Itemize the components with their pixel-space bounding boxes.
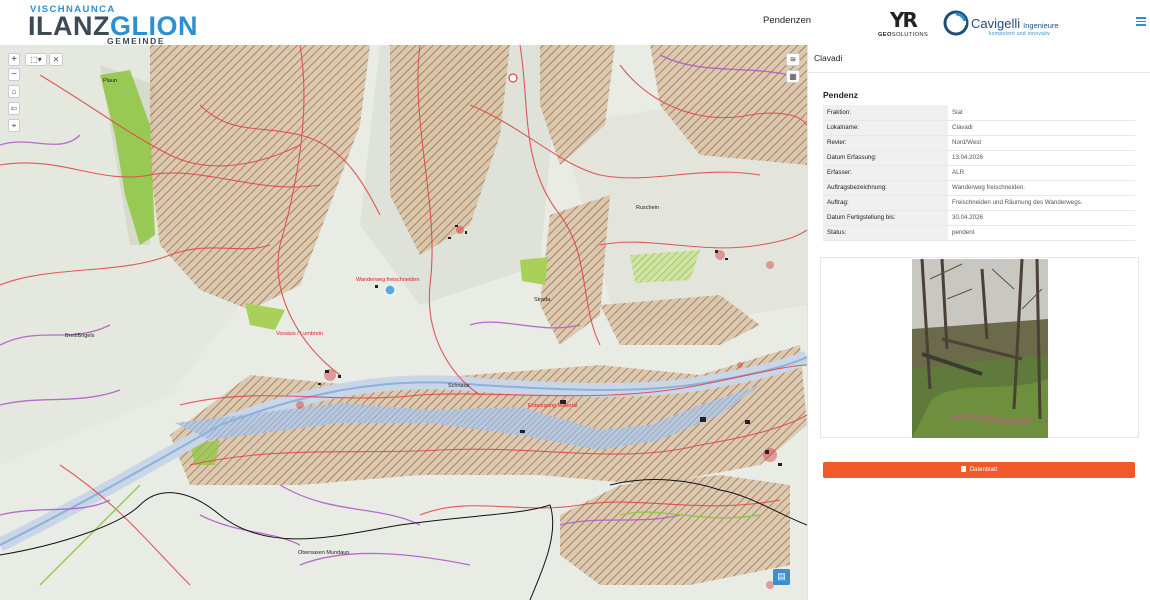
panel-title: Clavadi — [814, 53, 843, 63]
row-value: ALR — [948, 165, 1135, 181]
row-key: Lokalname: — [823, 120, 948, 136]
yr-logo-mark: YR — [890, 8, 918, 32]
details-table: Fraktion: Siat Lokalname: Clavadi Revier: Nor… — [823, 105, 1135, 241]
clear-selection-button[interactable]: ⨯ — [49, 53, 63, 66]
logo-main-dark: ILANZ — [28, 11, 110, 41]
map-label-breil: Breil/Brigels — [65, 333, 95, 339]
layers-icon: ≋ — [789, 55, 797, 64]
ilanz-glion-logo[interactable]: VISCHNAUNCA ILANZGLION GEMEINDE — [28, 4, 198, 46]
row-key: Datum Erfassung: — [823, 150, 948, 166]
row-key: Erfasser: — [823, 165, 948, 181]
row-key: Status: — [823, 225, 948, 241]
back-icon: ⇦ — [10, 104, 18, 113]
table-row: Datum Erfassung: 13.04.2026 — [823, 150, 1135, 166]
row-value: pendent — [948, 225, 1135, 241]
clear-icon: ⨯ — [52, 55, 60, 64]
section-title-pendenz: Pendenz — [823, 90, 858, 100]
basemap-icon: ▦ — [789, 72, 797, 81]
select-icon: ⬚▾ — [30, 55, 42, 64]
yr-geosolutions-logo: YR GEOSOLUTIONS — [878, 8, 934, 40]
table-row: Erfasser: ALR — [823, 165, 1135, 181]
table-row: Status: pendent — [823, 225, 1135, 241]
row-value: Clavadi — [948, 120, 1135, 136]
datenblatt-label: Datenblatt — [969, 467, 998, 473]
map-label-plaun: Plaun — [103, 78, 118, 84]
row-key: Auftragsbezeichnung: — [823, 180, 948, 196]
app-header: VISCHNAUNCA ILANZGLION GEMEINDE Pendenze… — [0, 0, 1150, 46]
map-label-vorsaess[interactable]: Vorsäss / Lumbrein — [276, 331, 323, 337]
photo-container — [820, 257, 1139, 438]
select-tool-button[interactable]: ⬚▾ — [25, 53, 47, 66]
row-key: Fraktion: — [823, 105, 948, 121]
table-row: Fraktion: Siat — [823, 105, 1135, 121]
home-button[interactable]: ⌂ — [8, 85, 20, 98]
table-row: Auftrag: Freischneiden und Räumung des Wa… — [823, 195, 1135, 211]
table-row: Datum Fertigstellung bis: 30.04.2026 — [823, 210, 1135, 226]
row-value: Siat — [948, 105, 1135, 121]
table-row: Lokalname: Clavadi — [823, 120, 1135, 136]
zoom-in-button[interactable]: + — [8, 53, 20, 66]
map-view[interactable]: Plaun Wanderweg freischneiden Breil/Brig… — [0, 45, 807, 600]
map-label-entsorgung[interactable]: Entsorgung Material — [528, 403, 577, 409]
cavigelli-tagline: kompetent und innovativ — [989, 31, 1051, 37]
legend-button[interactable]: ▤ — [773, 569, 790, 585]
document-icon — [960, 466, 966, 472]
cavigelli-logo: Cavigelli Ingenieure kompetent und innova… — [943, 10, 1073, 40]
map-label-obersaxen: Obersaxen Mundaun — [298, 550, 350, 556]
row-value: Wanderweg freischneiden. — [948, 180, 1135, 196]
map-label-schnaus: Schnaus — [448, 383, 470, 389]
layers-button[interactable]: ≋ — [786, 53, 800, 66]
zoom-out-button[interactable]: − — [8, 68, 20, 81]
table-row: Auftragsbezeichnung: Wanderweg freischnei… — [823, 180, 1135, 196]
site-photo[interactable] — [912, 259, 1048, 438]
row-value: Freischneiden und Räumung des Wanderwegs… — [948, 195, 1135, 211]
row-key: Datum Fertigstellung bis: — [823, 210, 948, 226]
measure-button[interactable]: ⌖ — [8, 119, 20, 132]
cavigelli-circle-icon — [943, 10, 969, 36]
nav-pendenzen-link[interactable]: Pendenzen — [763, 15, 811, 26]
hamburger-icon[interactable] — [1136, 17, 1146, 27]
datenblatt-button[interactable]: Datenblatt — [823, 462, 1135, 478]
back-button[interactable]: ⇦ — [8, 102, 20, 115]
row-key: Auftrag: — [823, 195, 948, 211]
basemap-button[interactable]: ▦ — [786, 70, 800, 83]
map-label-strada: Strada — [534, 297, 551, 303]
home-icon: ⌂ — [11, 87, 17, 96]
row-value: 30.04.2026 — [948, 210, 1135, 226]
panel-divider — [808, 72, 1150, 73]
cavigelli-name: Cavigelli Ingenieure — [971, 16, 1059, 31]
measure-icon: ⌖ — [11, 121, 17, 130]
row-key: Revier: — [823, 135, 948, 151]
details-panel: Clavadi Pendenz Fraktion: Siat Lokalname: C… — [807, 45, 1150, 600]
row-value: 13.04.2026 — [948, 150, 1135, 166]
map-label-wanderweg[interactable]: Wanderweg freischneiden — [356, 277, 419, 283]
map-canvas[interactable] — [0, 45, 807, 600]
legend-icon: ▤ — [777, 571, 786, 581]
table-row: Revier: Nord/West — [823, 135, 1135, 151]
map-label-ruschein: Ruschein — [636, 205, 659, 211]
row-value: Nord/West — [948, 135, 1135, 151]
yr-logo-text: GEOSOLUTIONS — [878, 32, 928, 38]
